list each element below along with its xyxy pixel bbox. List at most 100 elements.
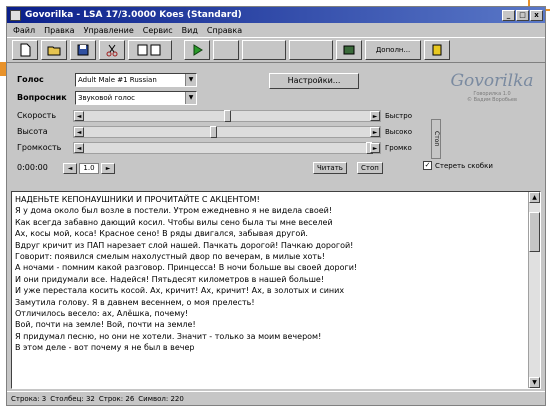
chevron-right-icon[interactable]: ► — [370, 127, 380, 137]
menu-file[interactable]: Файл — [13, 26, 35, 35]
app-window: Govorilka - LSA 17/3.0000 Koes (Standard… — [6, 6, 546, 406]
editor-line[interactable]: А ночами - помним какой разговор. Принце… — [15, 262, 526, 273]
govorilka-logo: Govorilka Говорилка 1.0 © Вадим Воробьев — [443, 71, 541, 119]
editor-line[interactable]: И они придумали все. Надейся! Пятьдесят … — [15, 274, 526, 285]
help-button[interactable] — [424, 40, 450, 60]
scrollbar-thumb[interactable] — [529, 212, 540, 252]
status-col: Столбец: 32 — [50, 394, 95, 403]
minimize-button[interactable]: _ — [502, 9, 515, 21]
chevron-left-icon[interactable]: ◄ — [74, 111, 84, 121]
editor-line[interactable]: Говорит: появился смелым нахолустный дво… — [15, 251, 526, 262]
menu-view[interactable]: Вид — [182, 26, 198, 35]
window-title: Govorilka - LSA 17/3.0000 Koes (Standard… — [25, 10, 242, 20]
checkbox-box[interactable]: ✓ — [423, 161, 432, 170]
pause-button[interactable] — [213, 40, 239, 60]
editor-line[interactable]: НАДЕНЬТЕ КЕПОНАУШНИКИ И ПРОЧИТАЙТЕ С АКЦ… — [15, 194, 526, 205]
menu-help[interactable]: Справка — [207, 26, 242, 35]
open-folder-icon — [47, 46, 61, 56]
cut-button[interactable] — [99, 40, 125, 60]
maximize-button[interactable]: □ — [516, 9, 529, 21]
open-file-button[interactable] — [41, 40, 67, 60]
scroll-down-icon[interactable]: ▼ — [529, 377, 540, 388]
text-editor[interactable]: НАДЕНЬТЕ КЕПОНАУШНИКИ И ПРОЧИТАЙТЕ С АКЦ… — [11, 191, 541, 389]
chevron-down-icon: ▼ — [185, 74, 196, 86]
editor-line[interactable]: В этом деле - вот почему я не был в вече… — [15, 342, 526, 353]
pitch-side-label: Высоко — [385, 128, 412, 136]
position-value[interactable]: 1.0 — [79, 163, 99, 174]
language-select[interactable]: Звуковой голос ▼ — [75, 91, 197, 105]
editor-line[interactable]: Как всегда забавно дающий косил. Чтобы в… — [15, 217, 526, 228]
chevron-left-icon[interactable]: ◄ — [63, 163, 77, 174]
save-disk-icon — [77, 44, 89, 56]
chevron-left-icon[interactable]: ◄ — [74, 143, 84, 153]
settings-button[interactable]: Настройки... — [269, 73, 359, 89]
logo-copyright: © Вадим Воробьев — [467, 97, 517, 103]
time-label: 0:00:00 — [17, 163, 48, 172]
editor-line[interactable]: Вой, почти на земле! Вой, почти на земле… — [15, 319, 526, 330]
chevron-right-icon[interactable]: ► — [101, 163, 115, 174]
menu-bar: Файл Правка Управление Сервис Вид Справк… — [7, 23, 545, 37]
strip-brackets-checkbox[interactable]: ✓ Стереть скобки — [423, 161, 493, 170]
vertical-tab[interactable]: Стоп — [431, 119, 441, 159]
speaker-icon — [343, 45, 355, 55]
logo-name: Govorilka — [450, 71, 534, 91]
editor-line[interactable]: Вдруг кричит из ПАП нарезает слой нашей.… — [15, 240, 526, 251]
language-select-value: Звуковой голос — [78, 94, 136, 102]
status-line: Строка: 3 — [11, 394, 47, 403]
chevron-down-icon: ▼ — [185, 92, 196, 104]
status-bar: Строка: 3 Столбец: 32 Строк: 26 Символ: … — [7, 391, 545, 405]
volume-slider[interactable]: ◄ ► — [73, 142, 381, 154]
editor-line[interactable]: Я у дома около был возле в постели. Утро… — [15, 205, 526, 216]
new-file-button[interactable] — [12, 40, 38, 60]
menu-control[interactable]: Управление — [84, 26, 134, 35]
save-file-button[interactable] — [70, 40, 96, 60]
voice-select-value: Adult Male #1 Russian — [78, 76, 157, 84]
editor-text[interactable]: НАДЕНЬТЕ КЕПОНАУШНИКИ И ПРОЧИТАЙТЕ С АКЦ… — [15, 194, 526, 354]
voice-label: Голос — [17, 75, 44, 84]
pitch-label: Высота — [17, 127, 48, 136]
editor-line[interactable]: Ах, косы мой, коса! Красное сено! В ряды… — [15, 228, 526, 239]
stop-button[interactable] — [242, 40, 286, 60]
pitch-slider[interactable]: ◄ ► — [73, 126, 381, 138]
speed-side-label: Быстро — [385, 112, 412, 120]
volume-side-label: Громко — [385, 144, 412, 152]
scissors-icon — [106, 44, 118, 57]
status-lines: Строк: 26 — [98, 394, 135, 403]
editor-line[interactable]: И уже перестала косить косой. Ах, кричит… — [15, 285, 526, 296]
stop-reading-button[interactable]: Стоп — [357, 162, 383, 174]
more-button[interactable]: Дополн... — [365, 40, 421, 60]
play-icon — [193, 44, 203, 56]
editor-line[interactable]: Замутила голову. Я в давнем весеннем, о … — [15, 297, 526, 308]
help-icon — [432, 44, 442, 56]
language-label: Вопросник — [17, 93, 67, 102]
editor-line[interactable]: Отличилось весело: ах, Алёшка, почему! — [15, 308, 526, 319]
record-button[interactable] — [289, 40, 333, 60]
chevron-right-icon[interactable]: ► — [370, 143, 380, 153]
voice-controls: Голос Adult Male #1 Russian ▼ Вопросник … — [7, 63, 545, 175]
volume-label: Громкость — [17, 143, 62, 152]
copy-paste-button[interactable] — [128, 40, 172, 60]
menu-edit[interactable]: Правка — [44, 26, 74, 35]
new-file-icon — [20, 43, 31, 57]
toolbar: Дополн... — [7, 37, 545, 63]
pitch-slider-thumb[interactable] — [210, 126, 217, 138]
voice-settings-button[interactable] — [336, 40, 362, 60]
speed-slider-thumb[interactable] — [224, 110, 231, 122]
scroll-up-icon[interactable]: ▲ — [529, 192, 540, 203]
chevron-right-icon[interactable]: ► — [370, 111, 380, 121]
copy-icon — [137, 44, 161, 56]
app-icon — [10, 9, 21, 21]
speed-label: Скорость — [17, 111, 57, 120]
speed-slider[interactable]: ◄ ► — [73, 110, 381, 122]
status-chars: Символ: 220 — [138, 394, 184, 403]
menu-tools[interactable]: Сервис — [143, 26, 173, 35]
editor-line[interactable]: Я придумал песню, но они не хотели. Знач… — [15, 331, 526, 342]
position-spinner[interactable]: ◄ 1.0 ► — [63, 163, 115, 174]
close-button[interactable]: x — [530, 9, 543, 21]
voice-select[interactable]: Adult Male #1 Russian ▼ — [75, 73, 197, 87]
vertical-scrollbar[interactable]: ▲ ▼ — [528, 192, 540, 388]
play-button[interactable] — [184, 40, 210, 60]
title-bar: Govorilka - LSA 17/3.0000 Koes (Standard… — [7, 7, 545, 23]
read-button[interactable]: Читать — [313, 162, 347, 174]
chevron-left-icon[interactable]: ◄ — [74, 127, 84, 137]
